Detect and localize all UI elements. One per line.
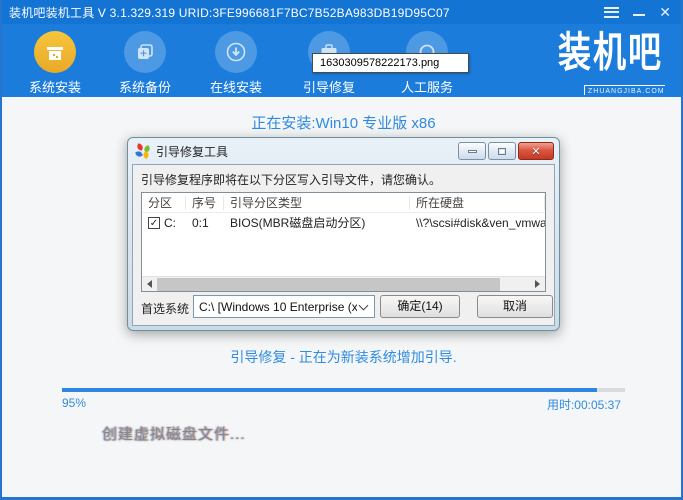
chevron-down-icon	[358, 300, 369, 310]
cancel-button[interactable]: 取消	[477, 295, 553, 318]
boot-repair-dialog: 引导修复工具 ✕ 引导修复程序即将在以下分区写入引导文件，请您确认。 分区 序号…	[127, 137, 560, 331]
col-boot-type: 引导分区类型	[224, 195, 410, 210]
table-row[interactable]: ✓ C: 0:1 BIOS(MBR磁盘启动分区) \\?\scsi#disk&v…	[142, 213, 545, 232]
partition-list: 分区 序号 引导分区类型 所在硬盘 ✓ C: 0:1 BIOS(MBR磁盘启动分…	[141, 192, 546, 292]
dialog-content: 引导修复程序即将在以下分区写入引导文件，请您确认。 分区 序号 引导分区类型 所…	[132, 164, 555, 326]
progress-percent: 95%	[62, 396, 87, 410]
progress-fill	[62, 388, 597, 392]
minimize-icon[interactable]	[633, 14, 646, 16]
progress-bar	[62, 388, 625, 392]
install-box-icon	[34, 31, 76, 73]
partition-checkbox[interactable]: ✓	[148, 216, 160, 229]
dialog-minimize-button[interactable]	[458, 142, 486, 160]
repair-status-text: 引导修复 - 正在为新装系统增加引导.	[230, 349, 457, 365]
nav-online-install[interactable]: 在线安装	[202, 31, 270, 96]
preferred-system-label: 首选系统 :	[141, 302, 196, 316]
nav-system-install[interactable]: 系统安装	[21, 31, 89, 96]
brand-logo-domain: ZHUANGJIBA.COM	[584, 84, 665, 95]
window-controls: ✕	[604, 5, 681, 19]
app-window: 装机吧装机工具 V 3.1.329.319 URID:3FE996681F7BC…	[0, 0, 683, 500]
nav-label: 人工服务	[400, 80, 453, 95]
ok-button[interactable]: 确定(14)	[380, 295, 460, 318]
backup-icon	[124, 31, 166, 73]
pinwheel-app-icon	[135, 143, 151, 160]
nav-system-backup[interactable]: 系统备份	[111, 31, 179, 96]
elapsed-time: 用时:00:05:37	[546, 398, 621, 412]
preferred-system-select[interactable]: C:\ [Windows 10 Enterprise (xi	[193, 295, 375, 318]
brand-logo[interactable]: 装机吧 ZHUANGJIBA.COM	[558, 30, 668, 98]
combobox-value: C:\ [Windows 10 Enterprise (xi	[199, 299, 357, 314]
partition-cell: C:	[164, 215, 176, 230]
partition-list-header: 分区 序号 引导分区类型 所在硬盘	[142, 193, 545, 213]
disk-cell: \\?\scsi#disk&ven_vmware_&	[416, 215, 545, 230]
col-partition: 分区	[142, 195, 186, 210]
dialog-footer: 首选系统 : C:\ [Windows 10 Enterprise (xi 确定…	[133, 289, 554, 325]
dialog-message: 引导修复程序即将在以下分区写入引导文件，请您确认。	[141, 173, 442, 187]
app-title: 装机吧装机工具 V 3.1.329.319 URID:3FE996681F7BC…	[9, 5, 450, 20]
col-index: 序号	[186, 195, 224, 210]
filename-tooltip: 1630309578222173.png	[312, 53, 469, 73]
nav-label: 系统备份	[118, 80, 171, 95]
dialog-titlebar: 引导修复工具 ✕	[128, 138, 559, 164]
nav-label: 在线安装	[209, 80, 262, 95]
menu-icon[interactable]	[604, 6, 620, 18]
dialog-maximize-button[interactable]	[488, 142, 516, 160]
close-icon[interactable]: ✕	[659, 5, 671, 19]
install-status-text: 正在安装:Win10 专业版 x86	[251, 115, 436, 132]
dialog-title: 引导修复工具	[156, 144, 229, 159]
boot-type-cell: BIOS(MBR磁盘启动分区)	[230, 216, 366, 230]
nav-label: 系统安装	[28, 80, 81, 95]
online-download-icon	[215, 31, 257, 73]
dialog-close-button[interactable]: ✕	[518, 142, 554, 160]
col-disk: 所在硬盘	[410, 195, 545, 210]
app-titlebar: 装机吧装机工具 V 3.1.329.319 URID:3FE996681F7BC…	[2, 0, 681, 24]
ghost-status-text: 创建虚拟磁盘文件...	[102, 426, 246, 443]
nav-label: 引导修复	[302, 80, 355, 95]
index-cell: 0:1	[192, 215, 209, 230]
brand-logo-text: 装机吧	[558, 31, 663, 77]
